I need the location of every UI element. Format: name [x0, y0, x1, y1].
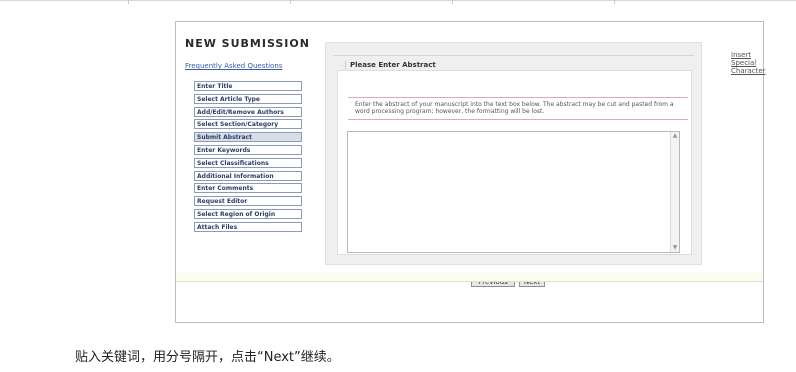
section-legend: Please Enter Abstract — [345, 61, 440, 69]
step-label: Add/Edit/Remove Authors — [197, 108, 284, 116]
step-label: Select Region of Origin — [197, 210, 276, 218]
step-label: Request Editor — [197, 198, 248, 206]
top-tick — [128, 0, 129, 4]
step-label: Enter Comments — [197, 185, 254, 193]
step-list: ✓Enter Title ✓Select Article Type Add/Edit… — [194, 81, 302, 235]
insert-special-character-link[interactable]: Insert Special Character — [731, 51, 766, 75]
step-label: Enter Title — [197, 83, 233, 90]
step-item[interactable]: Attach Files — [194, 221, 302, 232]
abstract-box: Enter the abstract of your manuscript in… — [337, 70, 692, 255]
step-item[interactable]: Add/Edit/Remove Authors — [194, 106, 302, 117]
faq-link[interactable]: Frequently Asked Questions — [185, 62, 282, 70]
page-title: NEW SUBMISSION — [185, 37, 310, 50]
divider — [348, 119, 688, 120]
step-label: Select Article Type — [197, 95, 260, 103]
footer-stripe — [176, 272, 763, 282]
screenshot-frame: NEW SUBMISSION Frequently Asked Question… — [175, 21, 766, 323]
top-divider — [0, 0, 796, 1]
form-area: NEW SUBMISSION Frequently Asked Question… — [176, 22, 766, 287]
step-item[interactable]: ✓Select Article Type — [194, 93, 302, 104]
abstract-instructions: Enter the abstract of your manuscript in… — [355, 101, 674, 115]
top-tick — [452, 0, 453, 4]
abstract-fieldset: Enter the abstract of your manuscript in… — [333, 55, 694, 260]
step-item[interactable]: Select Region of Origin — [194, 208, 302, 219]
step-label: Submit Abstract — [197, 134, 252, 142]
divider — [348, 97, 688, 98]
step-item[interactable]: Select Classifications — [194, 157, 302, 168]
scrollbar[interactable]: ▲ ▼ — [670, 132, 679, 252]
scroll-down-icon[interactable]: ▼ — [671, 244, 679, 252]
step-label: Additional Information — [197, 172, 274, 180]
top-tick — [614, 0, 615, 4]
step-item[interactable]: Enter Comments — [194, 183, 302, 194]
step-label: Select Classifications — [197, 159, 269, 167]
step-item[interactable]: Select Section/Category — [194, 119, 302, 130]
step-item[interactable]: Enter Keywords — [194, 144, 302, 155]
abstract-textarea[interactable]: ▲ ▼ — [347, 131, 680, 253]
step-label: Attach Files — [197, 223, 238, 231]
step-item[interactable]: Request Editor — [194, 196, 302, 207]
caption-text: 贴入关键词，用分号隔开，点击“Next”继续。 — [75, 350, 340, 365]
step-label: Select Section/Category — [197, 121, 279, 129]
step-item[interactable]: ✓Enter Title — [194, 81, 302, 91]
step-item[interactable]: ➡Submit Abstract — [194, 132, 302, 143]
top-tick — [290, 0, 291, 4]
abstract-panel: Insert Special Character Enter the abstr… — [325, 42, 766, 287]
scroll-up-icon[interactable]: ▲ — [671, 132, 679, 140]
step-label: Enter Keywords — [197, 146, 251, 154]
step-item[interactable]: Additional Information — [194, 170, 302, 181]
